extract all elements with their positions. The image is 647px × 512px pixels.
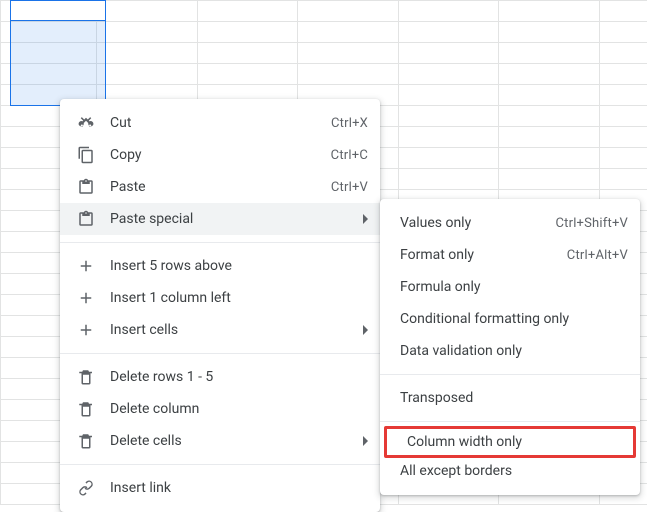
- menu-item-label: Transposed: [400, 390, 628, 406]
- menu-item-label: Formula only: [400, 279, 628, 295]
- menu-item-label: Insert cells: [110, 322, 355, 338]
- separator: [380, 421, 640, 422]
- menu-item-label: Delete rows 1 - 5: [110, 369, 368, 385]
- submenu-item-formula-only[interactable]: Formula only: [380, 271, 640, 303]
- submenu-item-column-width-only[interactable]: Column width only: [384, 426, 636, 458]
- copy-icon: [76, 145, 96, 165]
- menu-item-insert-rows[interactable]: Insert 5 rows above: [60, 250, 380, 282]
- submenu-arrow-icon: [363, 325, 368, 335]
- menu-item-label: Data validation only: [400, 343, 628, 359]
- menu-item-insert-link[interactable]: Insert link: [60, 472, 380, 504]
- menu-item-label: Insert link: [110, 480, 368, 496]
- submenu-arrow-icon: [363, 214, 368, 224]
- paste-icon: [76, 177, 96, 197]
- menu-item-paste[interactable]: Paste Ctrl+V: [60, 171, 380, 203]
- menu-item-label: Format only: [400, 247, 559, 263]
- submenu-item-conditional-formatting[interactable]: Conditional formatting only: [380, 303, 640, 335]
- trash-icon: [76, 431, 96, 451]
- submenu-item-format-only[interactable]: Format only Ctrl+Alt+V: [380, 239, 640, 271]
- shortcut: Ctrl+Shift+V: [555, 216, 628, 231]
- trash-icon: [76, 399, 96, 419]
- plus-icon: [76, 256, 96, 276]
- cut-icon: [76, 113, 96, 133]
- menu-item-delete-column[interactable]: Delete column: [60, 393, 380, 425]
- menu-item-label: Delete column: [110, 401, 368, 417]
- submenu-item-data-validation[interactable]: Data validation only: [380, 335, 640, 367]
- menu-item-label: Conditional formatting only: [400, 311, 628, 327]
- shortcut: Ctrl+C: [331, 148, 368, 163]
- submenu-item-transposed[interactable]: Transposed: [380, 382, 640, 414]
- menu-item-label: Paste: [110, 179, 323, 195]
- submenu-item-values-only[interactable]: Values only Ctrl+Shift+V: [380, 207, 640, 239]
- menu-item-label: Paste special: [110, 211, 355, 227]
- menu-item-label: Copy: [110, 147, 323, 163]
- separator: [60, 242, 380, 243]
- menu-item-insert-cells[interactable]: Insert cells: [60, 314, 380, 346]
- separator: [60, 353, 380, 354]
- shortcut: Ctrl+X: [331, 116, 368, 131]
- menu-item-label: Cut: [110, 115, 323, 131]
- paste-icon: [76, 209, 96, 229]
- menu-item-label: Values only: [400, 215, 547, 231]
- context-menu: Cut Ctrl+X Copy Ctrl+C Paste Ctrl+V Past…: [60, 99, 380, 512]
- link-icon: [76, 478, 96, 498]
- menu-item-copy[interactable]: Copy Ctrl+C: [60, 139, 380, 171]
- menu-item-label: Insert 1 column left: [110, 290, 368, 306]
- plus-icon: [76, 320, 96, 340]
- menu-item-insert-column[interactable]: Insert 1 column left: [60, 282, 380, 314]
- menu-item-delete-cells[interactable]: Delete cells: [60, 425, 380, 457]
- menu-item-cut[interactable]: Cut Ctrl+X: [60, 107, 380, 139]
- menu-item-label: Delete cells: [110, 433, 355, 449]
- submenu-item-all-except-borders[interactable]: All except borders: [380, 455, 640, 487]
- shortcut: Ctrl+V: [331, 180, 368, 195]
- menu-item-paste-special[interactable]: Paste special: [60, 203, 380, 235]
- menu-item-label: Insert 5 rows above: [110, 258, 368, 274]
- menu-item-label: Column width only: [407, 434, 627, 450]
- separator: [380, 374, 640, 375]
- plus-icon: [76, 288, 96, 308]
- trash-icon: [76, 367, 96, 387]
- shortcut: Ctrl+Alt+V: [567, 248, 628, 263]
- separator: [60, 464, 380, 465]
- submenu-arrow-icon: [363, 436, 368, 446]
- menu-item-label: All except borders: [400, 463, 628, 479]
- menu-item-delete-rows[interactable]: Delete rows 1 - 5: [60, 361, 380, 393]
- paste-special-submenu: Values only Ctrl+Shift+V Format only Ctr…: [380, 199, 640, 495]
